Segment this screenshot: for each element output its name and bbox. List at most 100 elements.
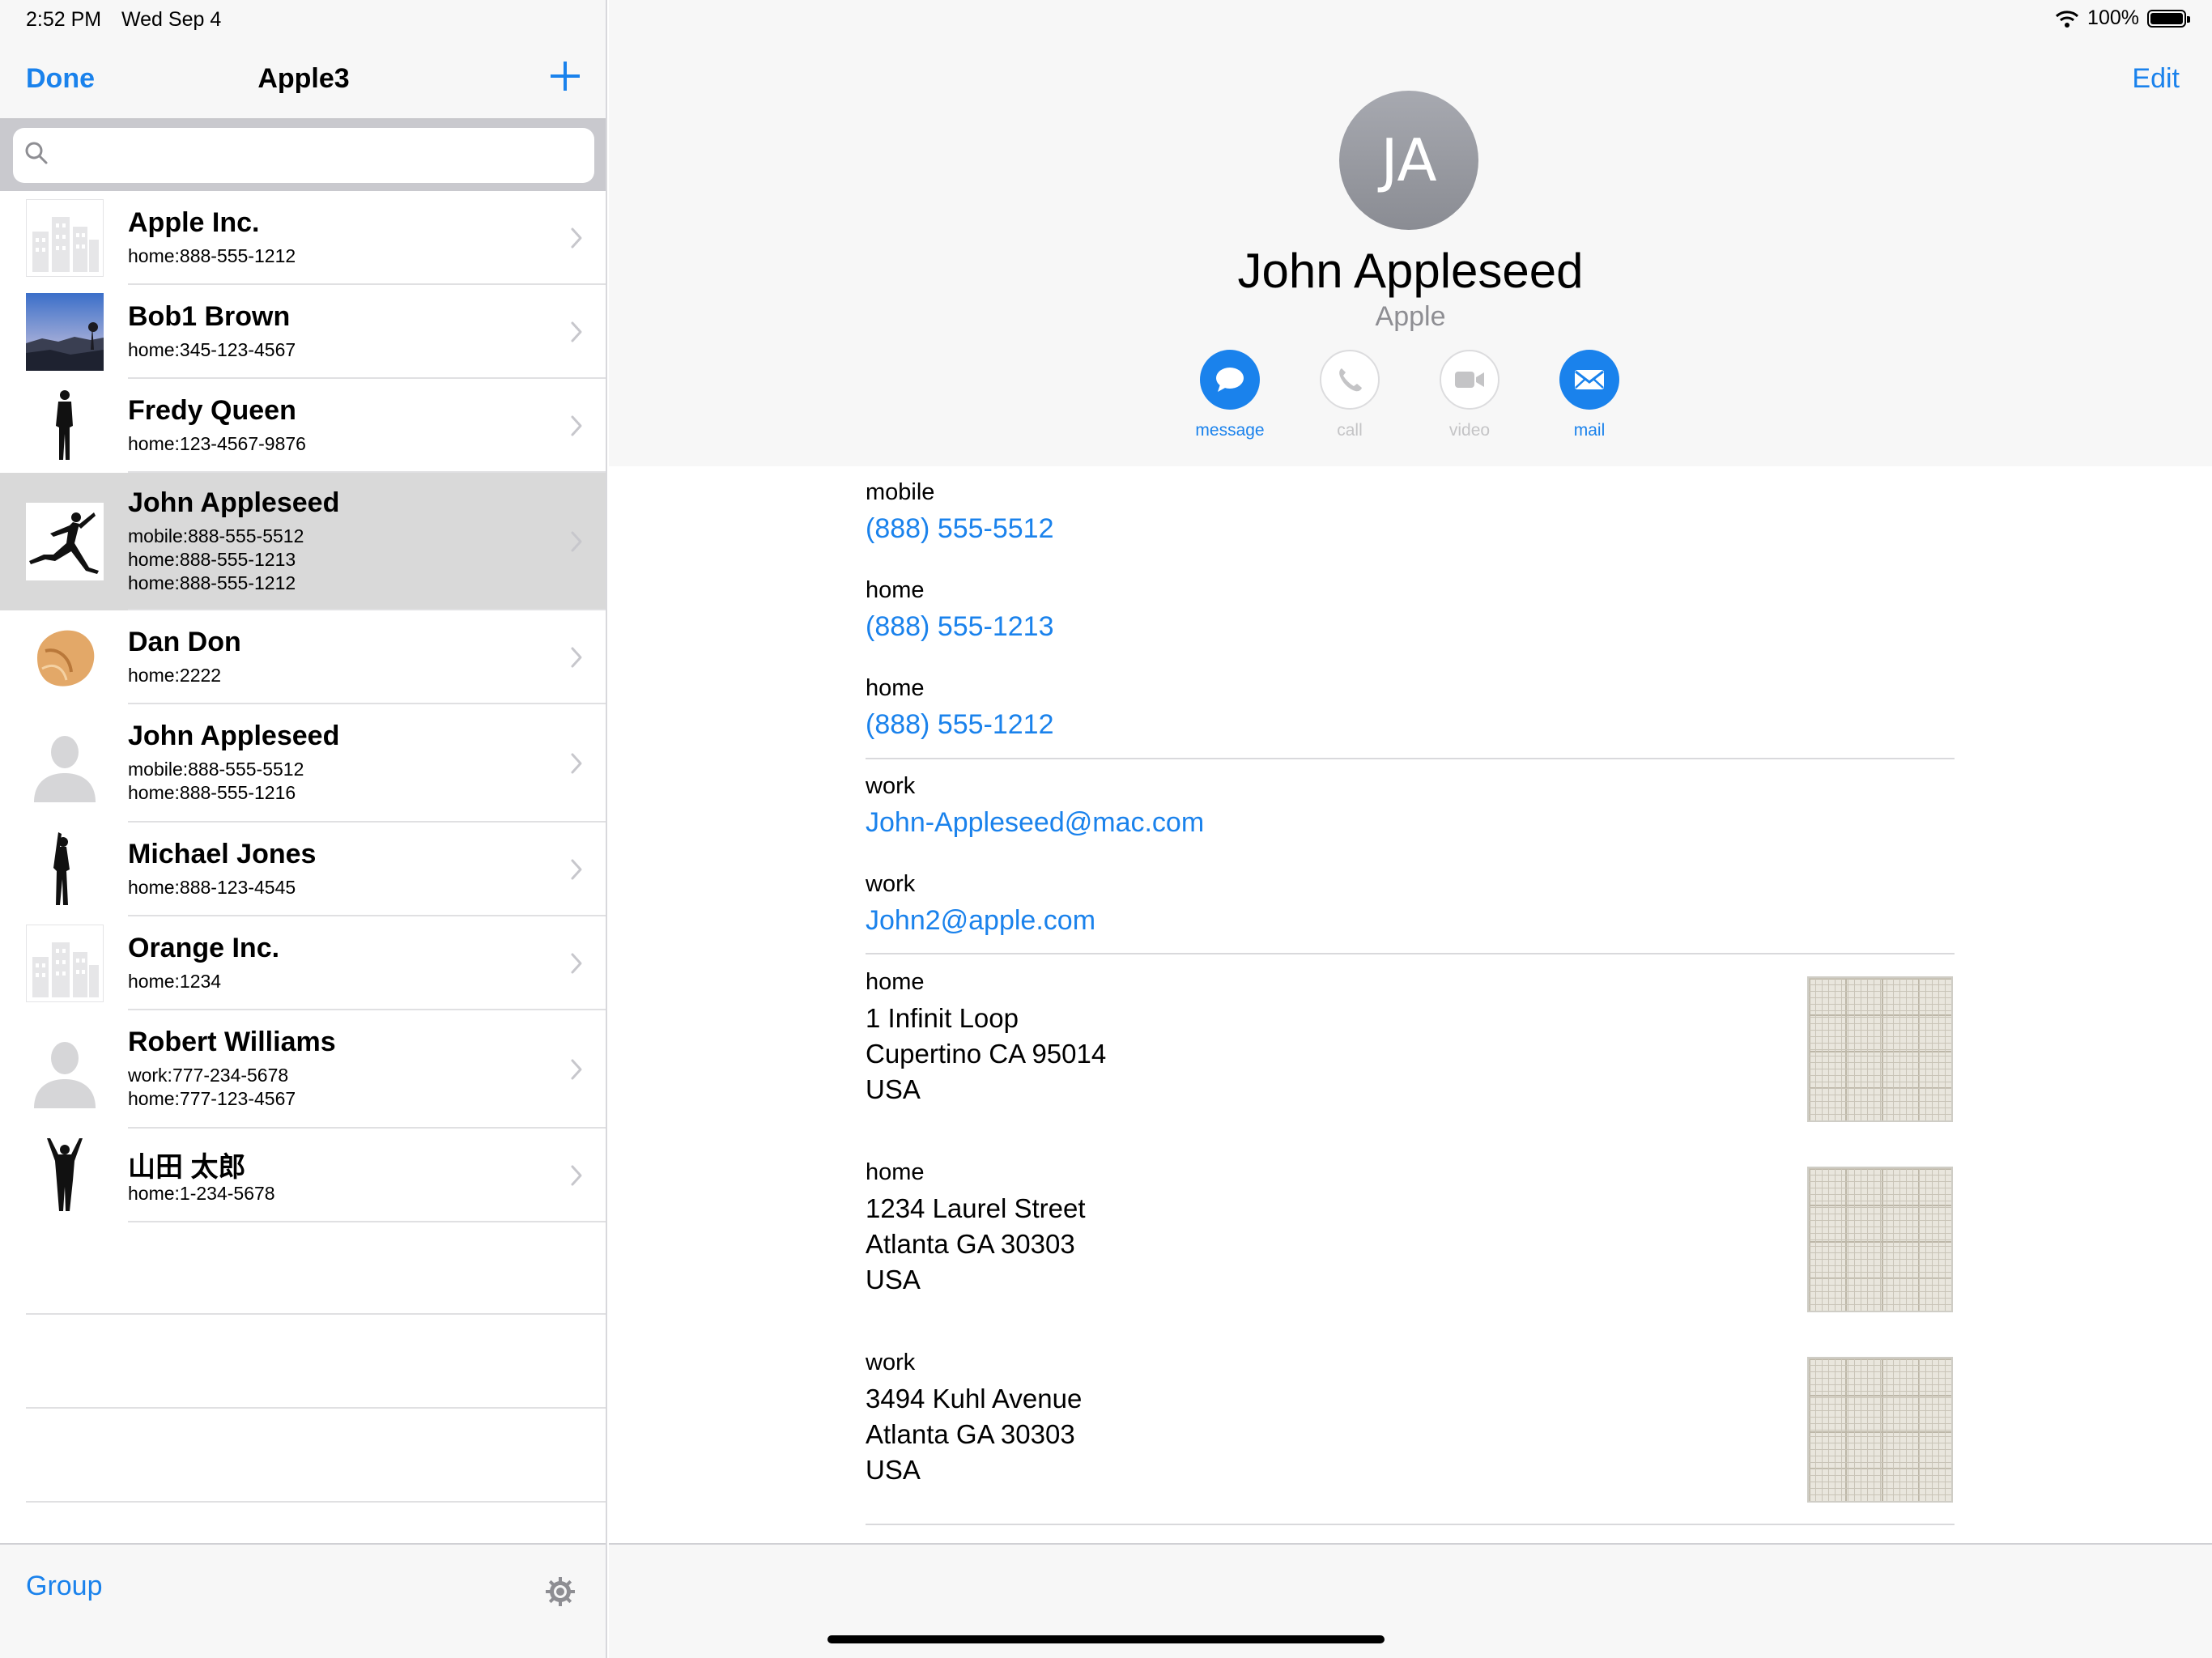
address-label: work	[866, 1350, 916, 1375]
section-divider	[866, 1524, 1955, 1525]
status-date: Wed Sep 4	[121, 8, 222, 31]
contact-row[interactable]: Dan Don home:2222	[0, 610, 606, 704]
contact-row-name: Michael Jones	[128, 838, 317, 869]
address-street: 3494 Kuhl Avenue	[866, 1384, 1083, 1414]
contact-row-phone: home:888-123-4545	[128, 876, 296, 898]
contact-row-phone: mobile:888-555-5512	[128, 525, 304, 546]
contact-row-phones: mobile:888-555-5512 home:888-555-1216	[128, 758, 304, 805]
contact-row-name: John Appleseed	[128, 487, 340, 518]
search-input[interactable]	[13, 128, 594, 183]
contacts-list-pane: Done Apple3 Apple Inc. home:888-555-1212 B…	[0, 0, 607, 1658]
mail-action-label: mail	[1573, 421, 1606, 440]
status-indicators: 100%	[2055, 6, 2190, 30]
contact-row-phones: home:1234	[128, 970, 221, 993]
video-action-button[interactable]: video	[1409, 350, 1530, 440]
home-indicator[interactable]	[827, 1635, 1385, 1643]
phone-value[interactable]: (888) 555-5512	[866, 513, 1054, 545]
add-contact-button[interactable]	[547, 58, 583, 94]
edit-button[interactable]: Edit	[2132, 63, 2180, 95]
contact-row[interactable]: Apple Inc. home:888-555-1212	[0, 191, 606, 285]
envelope-icon	[1575, 370, 1604, 389]
contact-row-phone: home:888-555-1212	[128, 572, 296, 593]
chevron-right-icon	[571, 415, 582, 436]
contact-row-phones: home:2222	[128, 664, 221, 687]
contact-row[interactable]: John Appleseed mobile:888-555-5512 home:88…	[0, 473, 606, 610]
contact-name: John Appleseed	[1237, 244, 1584, 298]
address-city: Cupertino CA 95014	[866, 1039, 1107, 1069]
address-country: USA	[866, 1265, 921, 1295]
email-label: work	[866, 773, 916, 799]
contact-row[interactable]: 山田 太郎 home:1-234-5678	[0, 1129, 606, 1222]
wifi-icon	[2056, 10, 2079, 28]
message-bubble-icon	[1216, 368, 1244, 392]
call-action-label: call	[1337, 421, 1363, 440]
mail-action-button[interactable]: mail	[1529, 350, 1650, 440]
phone-value[interactable]: (888) 555-1212	[866, 709, 1054, 741]
phone-value[interactable]: (888) 555-1213	[866, 611, 1054, 643]
fortune-cookie-photo	[26, 619, 104, 696]
address-value[interactable]: 1 Infinit Loop Cupertino CA 95014 USA	[866, 1001, 1106, 1107]
contact-row-name: Apple Inc.	[128, 206, 260, 238]
email-label: work	[866, 871, 916, 897]
email-value[interactable]: John-Appleseed@mac.com	[866, 807, 1204, 839]
chevron-right-icon	[571, 531, 582, 552]
search-icon	[25, 142, 48, 164]
contact-row[interactable]: Bob1 Brown home:345-123-4567	[0, 285, 606, 379]
address-value[interactable]: 3494 Kuhl Avenue Atlanta GA 30303 USA	[866, 1381, 1082, 1488]
status-time: 2:52 PM	[26, 8, 102, 31]
address-value[interactable]: 1234 Laurel Street Atlanta GA 30303 USA	[866, 1191, 1086, 1298]
contact-row-phone: home:1234	[128, 970, 222, 992]
empty-row-separator	[26, 1407, 606, 1409]
status-bar: 2:52 PM Wed Sep 4 100%	[0, 0, 2212, 37]
person-placeholder-icon	[26, 1031, 104, 1108]
contact-row-name: Bob1 Brown	[128, 300, 291, 332]
contact-row-phone: home:123-4567-9876	[128, 432, 306, 454]
contact-organization: Apple	[1375, 301, 1446, 332]
building-icon	[26, 199, 104, 277]
contact-row-phone: home:345-123-4567	[128, 338, 296, 360]
chevron-right-icon	[571, 953, 582, 974]
contact-row[interactable]: John Appleseed mobile:888-555-5512 home:88…	[0, 704, 606, 823]
contact-row[interactable]: Robert Williams work:777-234-5678 home:777…	[0, 1010, 606, 1129]
battery-percent: 100%	[2087, 6, 2139, 29]
chevron-right-icon	[571, 1059, 582, 1080]
landscape-photo	[26, 293, 104, 371]
contact-row-name: 山田 太郎	[128, 1151, 246, 1183]
email-value[interactable]: John2@apple.com	[866, 905, 1095, 937]
contact-row-phones: home:888-123-4545	[128, 876, 296, 899]
message-action-button[interactable]: message	[1169, 350, 1291, 440]
address-map-thumbnail[interactable]	[1807, 1357, 1953, 1503]
contact-row-name: Orange Inc.	[128, 932, 280, 963]
contact-row-phones: home:888-555-1212	[128, 244, 296, 268]
contact-row-phone: mobile:888-555-5512	[128, 759, 304, 780]
person-placeholder-icon	[26, 725, 104, 802]
address-city: Atlanta GA 30303	[866, 1229, 1075, 1259]
address-street: 1 Infinit Loop	[866, 1003, 1019, 1033]
contact-row[interactable]: Fredy Queen home:123-4567-9876	[0, 379, 606, 473]
video-camera-icon	[1455, 372, 1484, 388]
call-action-button[interactable]: call	[1289, 350, 1410, 440]
section-divider	[866, 953, 1955, 954]
phone-label: home	[866, 675, 925, 701]
contact-row-phones: home:345-123-4567	[128, 338, 296, 362]
contact-row-name: Dan Don	[128, 626, 241, 657]
chevron-right-icon	[571, 321, 582, 342]
jumping-silhouette	[26, 503, 104, 580]
contact-header: Edit JA John Appleseed Apple message cal…	[609, 0, 2212, 466]
chevron-right-icon	[571, 859, 582, 880]
contact-row[interactable]: Orange Inc. home:1234	[0, 916, 606, 1010]
message-action-label: message	[1195, 421, 1265, 440]
contact-row[interactable]: Michael Jones home:888-123-4545	[0, 823, 606, 916]
gear-icon[interactable]	[544, 1575, 576, 1608]
address-city: Atlanta GA 30303	[866, 1419, 1075, 1449]
address-map-thumbnail[interactable]	[1807, 1167, 1953, 1312]
contact-row-name: Robert Williams	[128, 1027, 336, 1057]
group-title: Apple3	[257, 63, 350, 94]
row-separator	[128, 1221, 606, 1222]
address-map-thumbnail[interactable]	[1807, 976, 1953, 1122]
address-street: 1234 Laurel Street	[866, 1193, 1086, 1223]
contact-row-phones: work:777-234-5678 home:777-123-4567	[128, 1064, 296, 1111]
group-button[interactable]: Group	[26, 1571, 103, 1602]
contact-row-name: Fredy Queen	[128, 394, 296, 426]
pointing-silhouette	[26, 831, 104, 908]
